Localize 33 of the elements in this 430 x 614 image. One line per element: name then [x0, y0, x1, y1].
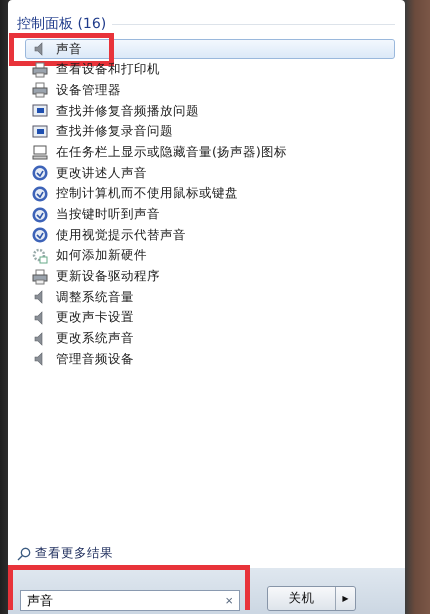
result-item[interactable]: 当按键时听到声音: [25, 204, 395, 224]
result-item[interactable]: 查找并修复录音问题: [25, 122, 395, 142]
result-item[interactable]: 管理音频设备: [25, 349, 395, 370]
monitor-icon: [32, 103, 48, 120]
shutdown-options-button[interactable]: ▶: [335, 587, 355, 610]
result-item[interactable]: 更改讲述人声音: [25, 163, 395, 184]
accessibility-icon: [32, 186, 48, 202]
result-item[interactable]: 如何添加新硬件: [25, 246, 395, 266]
accessibility-icon: [32, 165, 48, 182]
result-item[interactable]: 查找并修复音频播放问题: [25, 101, 395, 122]
result-item[interactable]: 使用视觉提示代替声音: [25, 225, 395, 246]
monitor-icon: [32, 144, 48, 160]
result-item[interactable]: 声音: [25, 39, 395, 59]
search-field[interactable]: 声音 ×: [20, 590, 240, 611]
result-item[interactable]: 控制计算机而不使用鼠标或键盘: [25, 184, 395, 204]
result-item[interactable]: 更改声卡设置: [25, 308, 395, 328]
result-item[interactable]: 设备管理器: [25, 80, 395, 100]
result-item[interactable]: 更改系统声音: [25, 328, 395, 349]
section-heading: 控制面板 (16): [17, 15, 106, 33]
accessibility-icon: [32, 206, 48, 222]
printer-icon: [32, 62, 48, 78]
printer-icon: [32, 268, 48, 285]
result-item[interactable]: 在任务栏上显示或隐藏音量(扬声器)图标: [25, 142, 395, 162]
search-icon: [17, 546, 31, 560]
printer-icon: [32, 82, 48, 98]
result-item[interactable]: 调整系统音量: [25, 287, 395, 308]
more-results-link[interactable]: 查看更多结果: [17, 545, 395, 562]
accessibility-icon: [32, 227, 48, 244]
clear-button[interactable]: ×: [225, 593, 233, 608]
shutdown-button[interactable]: 关机: [268, 587, 335, 610]
result-item[interactable]: 查看设备和打印机: [25, 60, 395, 80]
result-item[interactable]: 更新设备驱动程序: [25, 266, 395, 287]
monitor-icon: [32, 124, 48, 140]
